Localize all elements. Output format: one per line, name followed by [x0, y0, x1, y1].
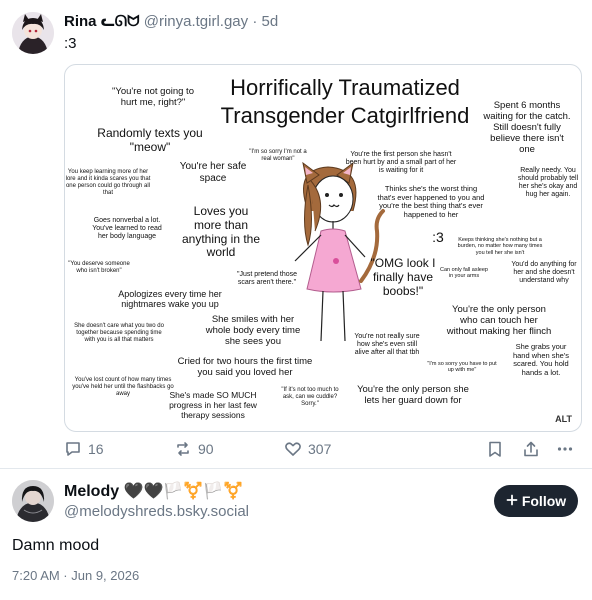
quoted-post-text: :3 — [64, 35, 77, 52]
more-icon — [556, 440, 574, 458]
snippet: You're the only person who can touch her… — [446, 304, 552, 337]
post-divider — [0, 468, 592, 469]
snippet: Spent 6 months waiting for the catch. St… — [483, 100, 571, 155]
snippet: Goes nonverbal a lot. You've learned to … — [92, 217, 162, 241]
reply-count: 16 — [88, 441, 104, 457]
snippet: Randomly texts you "meow" — [97, 126, 203, 154]
reply-button[interactable]: 16 — [64, 440, 104, 458]
heart-icon — [284, 440, 302, 458]
rina-avatar[interactable] — [12, 12, 54, 54]
plus-icon — [506, 493, 518, 509]
snippet: "OMG look I finally have boobs!" — [370, 256, 436, 298]
repost-icon — [174, 440, 192, 458]
quoted-author-handle[interactable]: @rinya.tgirl.gay — [144, 13, 248, 30]
alt-badge[interactable]: ALT — [552, 413, 575, 425]
snippet: "If it's not too much to ask, can we cud… — [281, 387, 339, 407]
follow-label: Follow — [521, 493, 567, 509]
quoted-post-image[interactable]: Horrifically Traumatized Transgender Cat… — [64, 64, 582, 432]
snippet: Really needy. You should probably tell h… — [517, 167, 579, 199]
snippet: She grabs your hand when she's scared. Y… — [512, 342, 570, 377]
main-author-name[interactable]: Melody 🖤🖤🏳️⚧️🏳️⚧️ — [64, 481, 243, 501]
snippet: Can only fall asleep in your arms — [439, 267, 488, 280]
snippet: "Just pretend those scars aren't there." — [236, 271, 298, 287]
share-button[interactable] — [522, 440, 540, 458]
snippet: Thinks she's the worst thing that's ever… — [377, 184, 485, 219]
image-title-line1: Horrifically Traumatized — [230, 75, 460, 100]
bookmark-button[interactable] — [486, 440, 504, 458]
snippet: You've lost count of how many times you'… — [72, 377, 174, 397]
snippet: Loves you more than anything in the worl… — [181, 204, 261, 260]
quoted-post-header: Rina ᓚᘏᗢ @rinya.tgirl.gay · 5d — [64, 12, 278, 30]
snippet: She smiles with her whole body every tim… — [205, 314, 301, 347]
snippet: Apologizes every time her nightmares wak… — [118, 289, 222, 310]
snippet: You're not really sure how she's even st… — [354, 333, 420, 357]
snippet: You're the only person she lets her guar… — [357, 384, 469, 406]
more-options-button[interactable] — [556, 440, 574, 458]
header-separator: · — [248, 13, 262, 30]
quoted-post-time[interactable]: 5d — [262, 13, 279, 30]
snippet: You keep learning more of her lore and i… — [65, 169, 151, 196]
like-count: 307 — [308, 441, 332, 457]
reply-icon — [64, 440, 82, 458]
snippet: "You deserve someone who isn't broken" — [68, 261, 130, 274]
like-button[interactable]: 307 — [284, 440, 331, 458]
snippet: "I'm so sorry you have to put up with me… — [427, 361, 497, 374]
snippet: Keeps thinking she's nothing but a burde… — [457, 237, 543, 256]
snippet: You'd do anything for her and she doesn'… — [511, 261, 577, 285]
melody-avatar[interactable] — [12, 480, 54, 522]
bookmark-icon — [486, 440, 504, 458]
snippet: "You're not going to hurt me, right?" — [112, 86, 194, 108]
quoted-author-name[interactable]: Rina ᓚᘏᗢ — [64, 13, 140, 30]
snippet: You're the first person she hasn't been … — [345, 151, 457, 175]
image-title-line2: Transgender Catgirlfriend — [220, 103, 470, 128]
main-post-timestamp[interactable]: 7:20 AM · Jun 9, 2026 — [12, 568, 139, 583]
repost-button[interactable]: 90 — [174, 440, 214, 458]
snippet: "I'm so sorry I'm not a real woman" — [249, 149, 307, 162]
snippet: She's made SO MUCH progress in her last … — [169, 390, 257, 420]
repost-count: 90 — [198, 441, 214, 457]
quoted-post-actions: 16 90 307 — [64, 440, 580, 460]
follow-button[interactable]: Follow — [494, 485, 578, 517]
main-author-handle[interactable]: @melodyshreds.bsky.social — [64, 503, 249, 520]
share-icon — [522, 440, 540, 458]
snippet: :3 — [432, 229, 444, 245]
snippet: Cried for two hours the first time you s… — [177, 356, 313, 378]
main-post-text: Damn mood — [12, 537, 100, 554]
snippet: She doesn't care what you two do togethe… — [74, 323, 164, 343]
snippet: You're her safe space — [179, 161, 247, 184]
